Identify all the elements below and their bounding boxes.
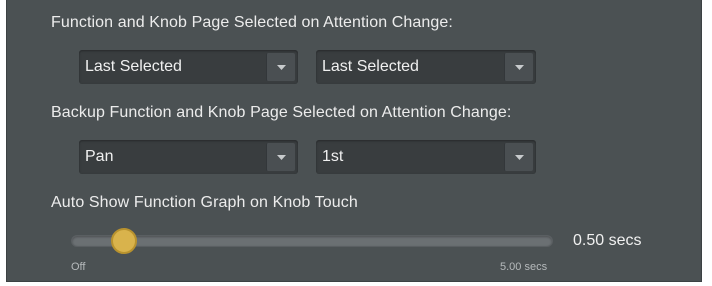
slider-min-label: Off	[71, 261, 86, 273]
auto-show-slider-track[interactable]	[71, 235, 553, 247]
select-value: Last Selected	[85, 58, 182, 75]
function-knob-page-select-right[interactable]: Last Selected	[316, 50, 536, 84]
auto-show-function-graph-heading: Auto Show Function Graph on Knob Touch	[51, 194, 358, 211]
select-value: Last Selected	[322, 58, 419, 75]
dropdown-button[interactable]	[504, 53, 533, 81]
auto-show-slider-thumb[interactable]	[111, 228, 138, 254]
chevron-down-icon	[277, 155, 286, 160]
chevron-down-icon	[277, 65, 286, 70]
chevron-down-icon	[515, 65, 524, 70]
backup-knob-page-select-right[interactable]: 1st	[316, 140, 536, 174]
select-value: Pan	[85, 148, 114, 165]
dropdown-button[interactable]	[266, 143, 295, 171]
chevron-down-icon	[515, 155, 524, 160]
dropdown-button[interactable]	[504, 143, 533, 171]
slider-value-label: 0.50 secs	[573, 232, 642, 249]
dropdown-button[interactable]	[266, 53, 295, 81]
settings-panel: Function and Knob Page Selected on Atten…	[6, 0, 702, 282]
backup-function-knob-page-heading: Backup Function and Knob Page Selected o…	[51, 104, 512, 121]
slider-max-label: 5.00 secs	[500, 261, 548, 273]
function-knob-page-select-left[interactable]: Last Selected	[79, 50, 298, 84]
select-value: 1st	[322, 148, 344, 165]
function-knob-page-heading: Function and Knob Page Selected on Atten…	[51, 14, 453, 31]
backup-function-select-left[interactable]: Pan	[79, 140, 298, 174]
